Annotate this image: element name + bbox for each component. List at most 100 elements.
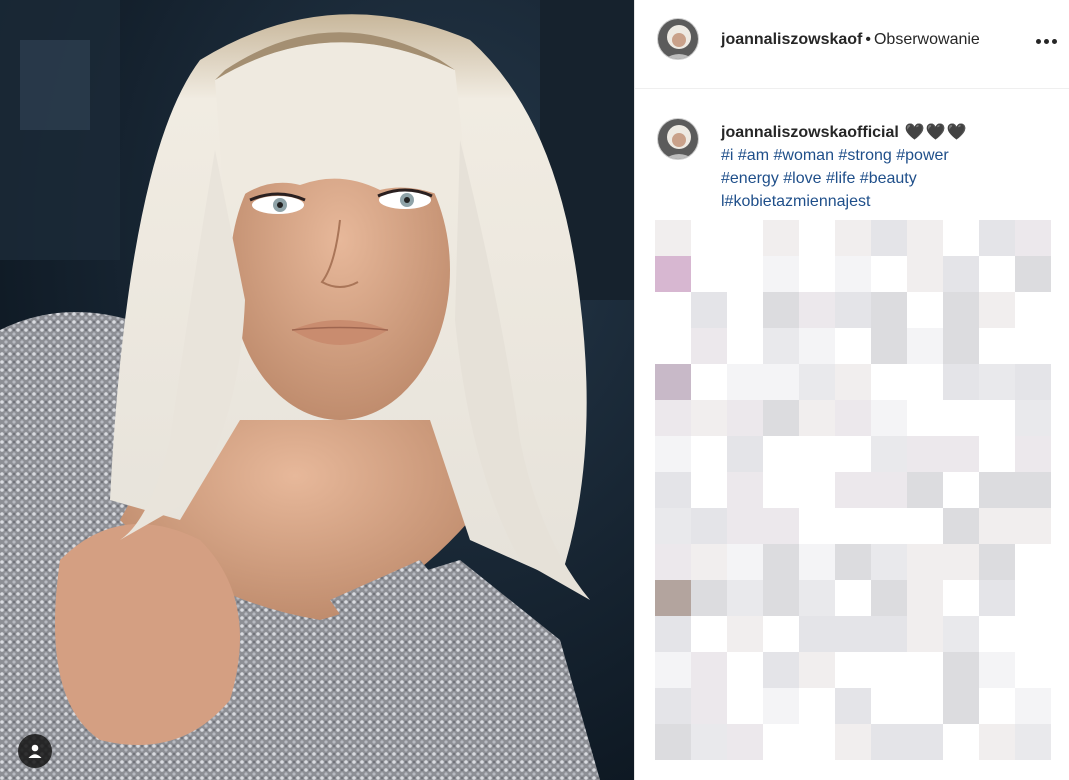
header-text: joannaliszowskaof • Obserwowanie [721,31,980,49]
user-tag-button[interactable] [18,734,52,768]
pixel-block [835,292,871,328]
pixel-block [727,472,763,508]
pixel-block [691,724,727,760]
pixel-block [727,616,763,652]
post-header: joannaliszowskaof • Obserwowanie [635,0,1069,89]
pixelated-comments-area [635,220,1069,780]
hashtag-link[interactable]: #woman [773,147,833,164]
pixel-block [655,436,691,472]
pixel-block [799,652,835,688]
user-tag-icon [28,744,42,758]
pixel-block [799,544,835,580]
pixel-block [979,292,1015,328]
more-options-button[interactable] [1031,26,1061,56]
pixel-block [907,256,943,292]
pixel-block [871,472,907,508]
ellipsis-icon [1051,38,1057,44]
pixel-block [655,364,691,400]
pixel-block [1015,724,1051,760]
hashtag-line-1: #i #am #woman #strong #power [721,144,1051,167]
hashtag-link[interactable]: #love [783,170,821,187]
pixel-block [655,652,691,688]
header-username-link[interactable]: joannaliszowskaof [721,31,862,48]
hashtag-link[interactable]: #beauty [860,170,917,187]
pixel-block [763,220,799,256]
pixel-block [943,508,979,544]
pixel-block [835,364,871,400]
pixel-block [691,400,727,436]
pixel-block [943,436,979,472]
pixel-block [1015,256,1051,292]
pixel-block [979,364,1015,400]
pixel-block [979,220,1015,256]
pixel-block [691,292,727,328]
pixel-block [691,688,727,724]
pixel-block [763,652,799,688]
post-photo[interactable] [0,0,634,780]
pixel-block [943,364,979,400]
pixel-block [943,292,979,328]
pixel-block [691,544,727,580]
pixel-block [835,688,871,724]
pixel-block [655,256,691,292]
pixel-block [1015,508,1051,544]
pixel-block [835,544,871,580]
avatar-image [658,19,698,59]
caption-avatar[interactable] [657,118,699,160]
hashtag-link[interactable]: #am [738,147,769,164]
avatar[interactable] [657,18,699,60]
pixel-block [763,544,799,580]
pixel-block [907,580,943,616]
hashtag-link[interactable]: #i [721,147,733,164]
hashtag-link[interactable]: l#kobietazmiennajest [721,193,870,210]
pixel-block [1015,220,1051,256]
pixel-block [835,256,871,292]
post-sidebar: joannaliszowskaof • Obserwowanie joannalis… [634,0,1069,780]
hashtag-link[interactable]: #life [826,170,855,187]
pixel-block [835,616,871,652]
pixel-block [871,292,907,328]
pixel-block [907,220,943,256]
pixel-block [655,220,691,256]
caption-username-link[interactable]: joannaliszowskaofficial [721,124,899,141]
pixel-block [979,580,1015,616]
pixel-block [871,616,907,652]
pixel-block [871,328,907,364]
avatar-image [658,119,698,159]
pixel-block [871,724,907,760]
pixel-block [655,616,691,652]
pixel-block [1015,688,1051,724]
ellipsis-icon [1043,38,1049,44]
pixel-block [871,436,907,472]
pixel-block [835,724,871,760]
pixel-block [799,364,835,400]
pixel-block [655,688,691,724]
hashtag-link[interactable]: #energy [721,170,779,187]
pixel-block [799,328,835,364]
pixel-block [799,616,835,652]
pixel-block [763,292,799,328]
pixel-block [1015,472,1051,508]
pixel-block [799,400,835,436]
post-caption: joannaliszowskaofficial 🖤🖤🖤 #i #am #woman… [721,121,1051,213]
pixel-block [691,508,727,544]
pixel-block [907,472,943,508]
pixel-block [1015,436,1051,472]
pixel-block [1015,364,1051,400]
hashtag-link[interactable]: #power [896,147,948,164]
pixel-block [907,544,943,580]
pixel-block [835,400,871,436]
pixel-block [871,400,907,436]
pixel-block [655,472,691,508]
follow-status-button[interactable]: Obserwowanie [874,31,980,48]
pixel-block [763,400,799,436]
hashtag-link[interactable]: #strong [838,147,891,164]
pixel-block [943,652,979,688]
pixel-block [763,580,799,616]
pixel-block [943,616,979,652]
header-separator: • [865,31,871,48]
pixel-block [1015,400,1051,436]
pixel-block [907,436,943,472]
pixel-block [979,724,1015,760]
pixel-block [727,580,763,616]
